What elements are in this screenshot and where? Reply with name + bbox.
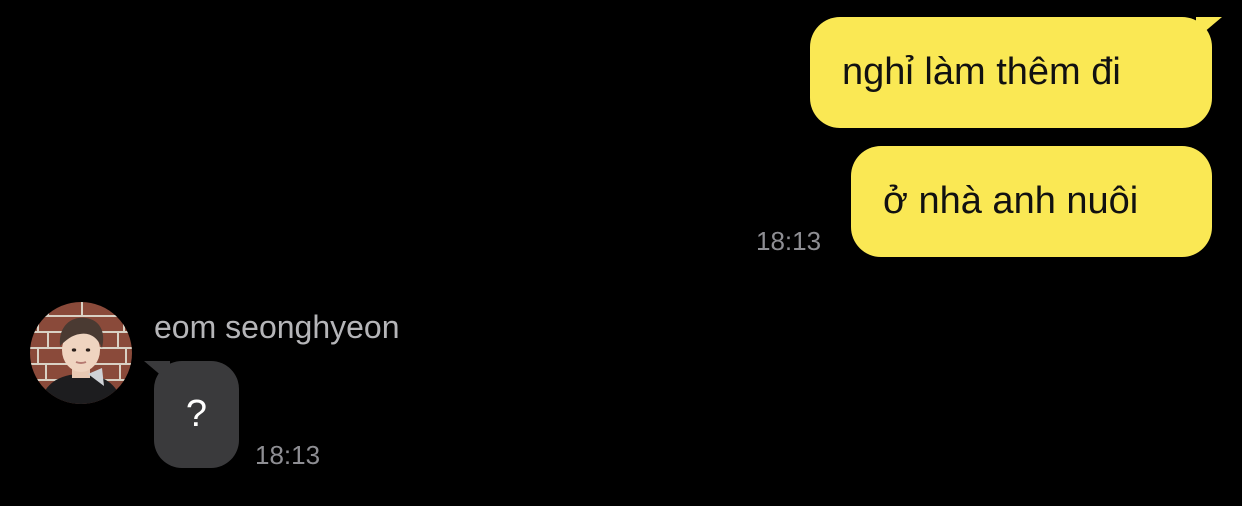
message-timestamp: 18:13 xyxy=(255,440,321,470)
outgoing-message-bubble[interactable]: nghỉ làm thêm đi xyxy=(810,17,1222,128)
message-text: nghỉ làm thêm đi xyxy=(842,51,1121,93)
user-avatar-photo-icon xyxy=(30,302,132,404)
message-timestamp: 18:13 xyxy=(756,226,822,256)
sender-avatar[interactable] xyxy=(30,302,132,404)
bubble-tail-icon xyxy=(144,361,170,383)
chat-thread: nghỉ làm thêm đi ở nhà anh nuôi 18:13 eo… xyxy=(0,0,1242,506)
sender-name: eom seonghyeon xyxy=(154,309,400,345)
outgoing-message-bubble[interactable]: ở nhà anh nuôi xyxy=(851,146,1212,257)
bubble-tail-icon xyxy=(1196,17,1222,39)
message-text: ? xyxy=(185,393,208,435)
incoming-message-bubble[interactable]: ? xyxy=(144,361,239,468)
message-text: ở nhà anh nuôi xyxy=(883,180,1139,222)
